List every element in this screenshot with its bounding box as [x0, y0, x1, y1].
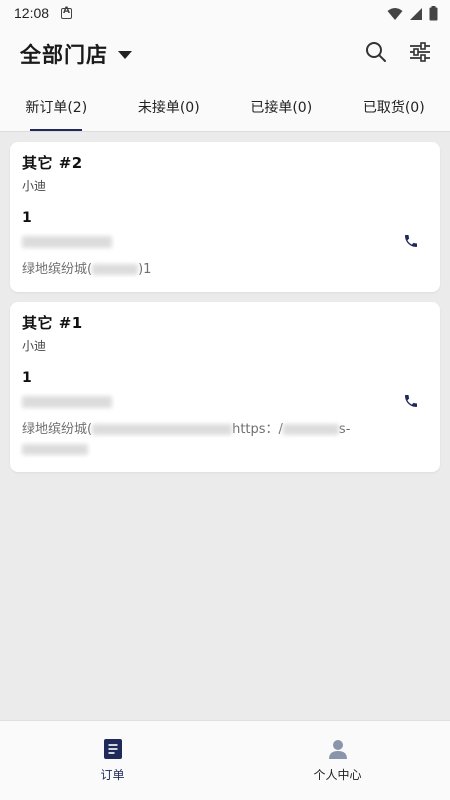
nav-profile[interactable]: 个人中心 — [225, 721, 450, 800]
order-title: 其它 #1 — [22, 314, 83, 332]
caret-down-icon — [118, 51, 132, 59]
phone-icon — [405, 235, 417, 247]
address-prefix: 绿地缤纷城( — [22, 262, 93, 277]
order-title: 其它 #2 — [22, 154, 83, 172]
order-address: 绿地缤纷城( )1 — [22, 260, 407, 280]
bottom-nav: 订单 个人中心 — [0, 720, 450, 800]
filter-sliders-icon — [410, 42, 430, 62]
address-suffix: )1 — [138, 262, 152, 277]
order-card[interactable]: 其它 #1 小迪 1 绿地缤纷城( https：/ s- — [10, 302, 440, 472]
top-actions — [364, 40, 432, 64]
search-button[interactable] — [364, 40, 388, 64]
nav-profile-label: 个人中心 — [313, 767, 362, 782]
nav-orders-label: 订单 — [100, 767, 125, 782]
store-selector[interactable]: 全部门店 — [20, 39, 132, 69]
order-item-count: 1 — [22, 210, 32, 226]
call-button[interactable] — [402, 392, 420, 410]
tab-accepted[interactable]: 已接单(0) — [225, 82, 338, 131]
signal-icon — [410, 7, 422, 20]
top-bar: 全部门店 — [0, 26, 450, 82]
tab-picked-up[interactable]: 已取货(0) — [338, 82, 450, 131]
tab-not-accepted[interactable]: 未接单(0) — [113, 82, 226, 131]
phone-icon — [405, 395, 417, 407]
order-list-icon — [103, 738, 123, 759]
nav-orders[interactable]: 订单 — [0, 721, 225, 800]
order-item-count: 1 — [22, 370, 32, 386]
order-status-tabs: 新订单(2) 未接单(0) 已接单(0) 已取货(0) — [0, 82, 450, 132]
order-phone-redacted — [22, 394, 428, 410]
address-prefix: 绿地缤纷城( — [22, 422, 93, 437]
search-icon — [366, 42, 386, 62]
order-list: 其它 #2 小迪 1 绿地缤纷城( )1 其它 #1 小迪 1 绿地缤纷城( htt… — [0, 132, 450, 472]
address-mid: https：/ — [232, 422, 283, 437]
status-time: 12:08 — [14, 5, 50, 21]
filter-button[interactable] — [408, 40, 432, 64]
order-user: 小迪 — [22, 339, 47, 353]
notification-icon — [61, 6, 73, 19]
order-phone-redacted — [22, 234, 428, 250]
status-bar: 12:08 — [0, 0, 450, 26]
battery-icon — [429, 6, 438, 21]
status-icons — [387, 6, 438, 21]
order-user: 小迪 — [22, 179, 47, 193]
store-selector-label: 全部门店 — [20, 43, 108, 67]
wifi-icon — [387, 7, 403, 20]
person-icon — [328, 739, 348, 759]
order-address: 绿地缤纷城( https：/ s- — [22, 420, 407, 460]
tab-new-orders[interactable]: 新订单(2) — [0, 82, 113, 131]
address-suffix: s- — [338, 422, 351, 437]
call-button[interactable] — [402, 232, 420, 250]
order-card[interactable]: 其它 #2 小迪 1 绿地缤纷城( )1 — [10, 142, 440, 292]
